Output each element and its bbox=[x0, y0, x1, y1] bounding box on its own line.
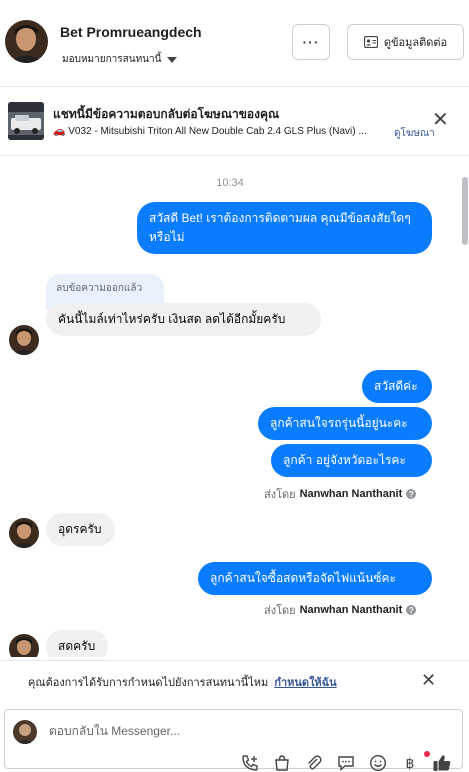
reply-input[interactable] bbox=[49, 724, 349, 738]
more-icon: ··· bbox=[302, 34, 320, 50]
contact-name[interactable]: Bet Promrueangdech bbox=[60, 24, 202, 40]
sent-by-name: Nanwhan Nanthanit bbox=[299, 604, 403, 616]
message-composer: ฿ bbox=[4, 709, 463, 772]
ad-reply-banner: แชทนี้มีข้อความตอบกลับต่อโฆษณาของคุณ 🚗 V… bbox=[0, 88, 469, 156]
message-bubble-incoming[interactable]: อุดรครับ bbox=[46, 513, 115, 546]
more-options-button[interactable]: ··· bbox=[292, 24, 330, 60]
view-ad-link[interactable]: ดูโฆษณา bbox=[394, 126, 435, 141]
contact-avatar-small[interactable] bbox=[9, 518, 39, 548]
add-call-icon[interactable] bbox=[239, 752, 261, 772]
message-list[interactable]: 10:34 สวัสดี Bet! เราต้องการติดตามผล คุณ… bbox=[0, 157, 469, 657]
message-bubble-incoming[interactable]: สดครับ bbox=[46, 630, 108, 657]
assign-reminder-bar: คุณต้องการได้รับการกำหนดไปยังการสนทนานี้… bbox=[0, 660, 469, 700]
sent-by-label: ส่งโดย Nanwhan Nanthanit ? bbox=[264, 485, 417, 503]
view-contact-button[interactable]: ดูข้อมูลติดต่อ bbox=[347, 24, 464, 60]
sent-by-prefix: ส่งโดย bbox=[264, 489, 296, 501]
assign-reminder: คุณต้องการได้รับการกำหนดไปยังการสนทนานี้… bbox=[28, 673, 337, 691]
message-bubble-incoming[interactable]: คันนี้ไมล์เท่าไหร่ครับ เงินสด ลดได้อีกมั… bbox=[46, 303, 321, 336]
ad-banner-subtitle: 🚗 V032 - Mitsubishi Triton All New Doubl… bbox=[53, 126, 367, 137]
contact-avatar[interactable] bbox=[5, 20, 48, 63]
message-bubble-outgoing[interactable]: สวัสดีค่ะ bbox=[362, 370, 432, 403]
contact-avatar-small[interactable] bbox=[9, 325, 39, 355]
message-bubble-outgoing[interactable]: สวัสดี Bet! เราต้องการติดตามผล คุณมีข้อส… bbox=[137, 202, 432, 254]
message-bubble-outgoing[interactable]: ลูกค้า อยู่จังหวัดอะไรคะ bbox=[271, 444, 432, 477]
close-icon[interactable]: ✕ bbox=[432, 110, 449, 130]
emoji-icon[interactable] bbox=[367, 752, 389, 772]
ad-banner-title: แชทนี้มีข้อความตอบกลับต่อโฆษณาของคุณ bbox=[53, 107, 280, 121]
close-icon[interactable]: ✕ bbox=[421, 670, 436, 691]
saved-reply-icon[interactable] bbox=[335, 752, 357, 772]
message-bubble-outgoing[interactable]: ลูกค้าสนใจซื้อสดหรือจัดไฟแน้นซ์คะ bbox=[198, 562, 432, 595]
shopping-bag-icon[interactable] bbox=[271, 752, 293, 772]
attachment-icon[interactable] bbox=[303, 752, 325, 772]
contact-card-icon bbox=[363, 36, 378, 48]
scrollbar-thumb[interactable] bbox=[462, 177, 468, 245]
help-icon[interactable]: ? bbox=[406, 605, 417, 615]
like-icon[interactable] bbox=[431, 752, 453, 772]
sent-by-prefix: ส่งโดย bbox=[264, 605, 296, 617]
message-timestamp: 10:34 bbox=[216, 177, 244, 189]
sent-by-label: ส่งโดย Nanwhan Nanthanit ? bbox=[264, 601, 417, 619]
view-contact-label: ดูข้อมูลติดต่อ bbox=[383, 37, 448, 49]
baht-icon[interactable]: ฿ bbox=[399, 752, 421, 772]
assign-label: มอบหมายการสนทนานี้ bbox=[62, 54, 162, 65]
help-icon[interactable]: ? bbox=[406, 489, 417, 499]
notification-dot bbox=[424, 751, 430, 757]
chevron-down-icon bbox=[167, 56, 178, 63]
assign-reminder-text: คุณต้องการได้รับการกำหนดไปยังการสนทนานี้… bbox=[28, 677, 269, 689]
sent-by-name: Nanwhan Nanthanit bbox=[299, 488, 403, 500]
page-avatar bbox=[13, 720, 37, 744]
assign-to-me-link[interactable]: กำหนดให้ฉัน bbox=[274, 677, 336, 689]
conversation-header: Bet Promrueangdech มอบหมายการสนทนานี้ ··… bbox=[0, 0, 469, 87]
svg-text:฿: ฿ bbox=[406, 756, 415, 772]
contact-avatar-small[interactable] bbox=[9, 634, 39, 657]
ad-thumbnail[interactable] bbox=[8, 102, 44, 140]
message-bubble-outgoing[interactable]: ลูกค้าสนใจรถรุ่นนี้อยู่นะคะ bbox=[258, 407, 432, 440]
assign-conversation-dropdown[interactable]: มอบหมายการสนทนานี้ bbox=[62, 52, 178, 67]
